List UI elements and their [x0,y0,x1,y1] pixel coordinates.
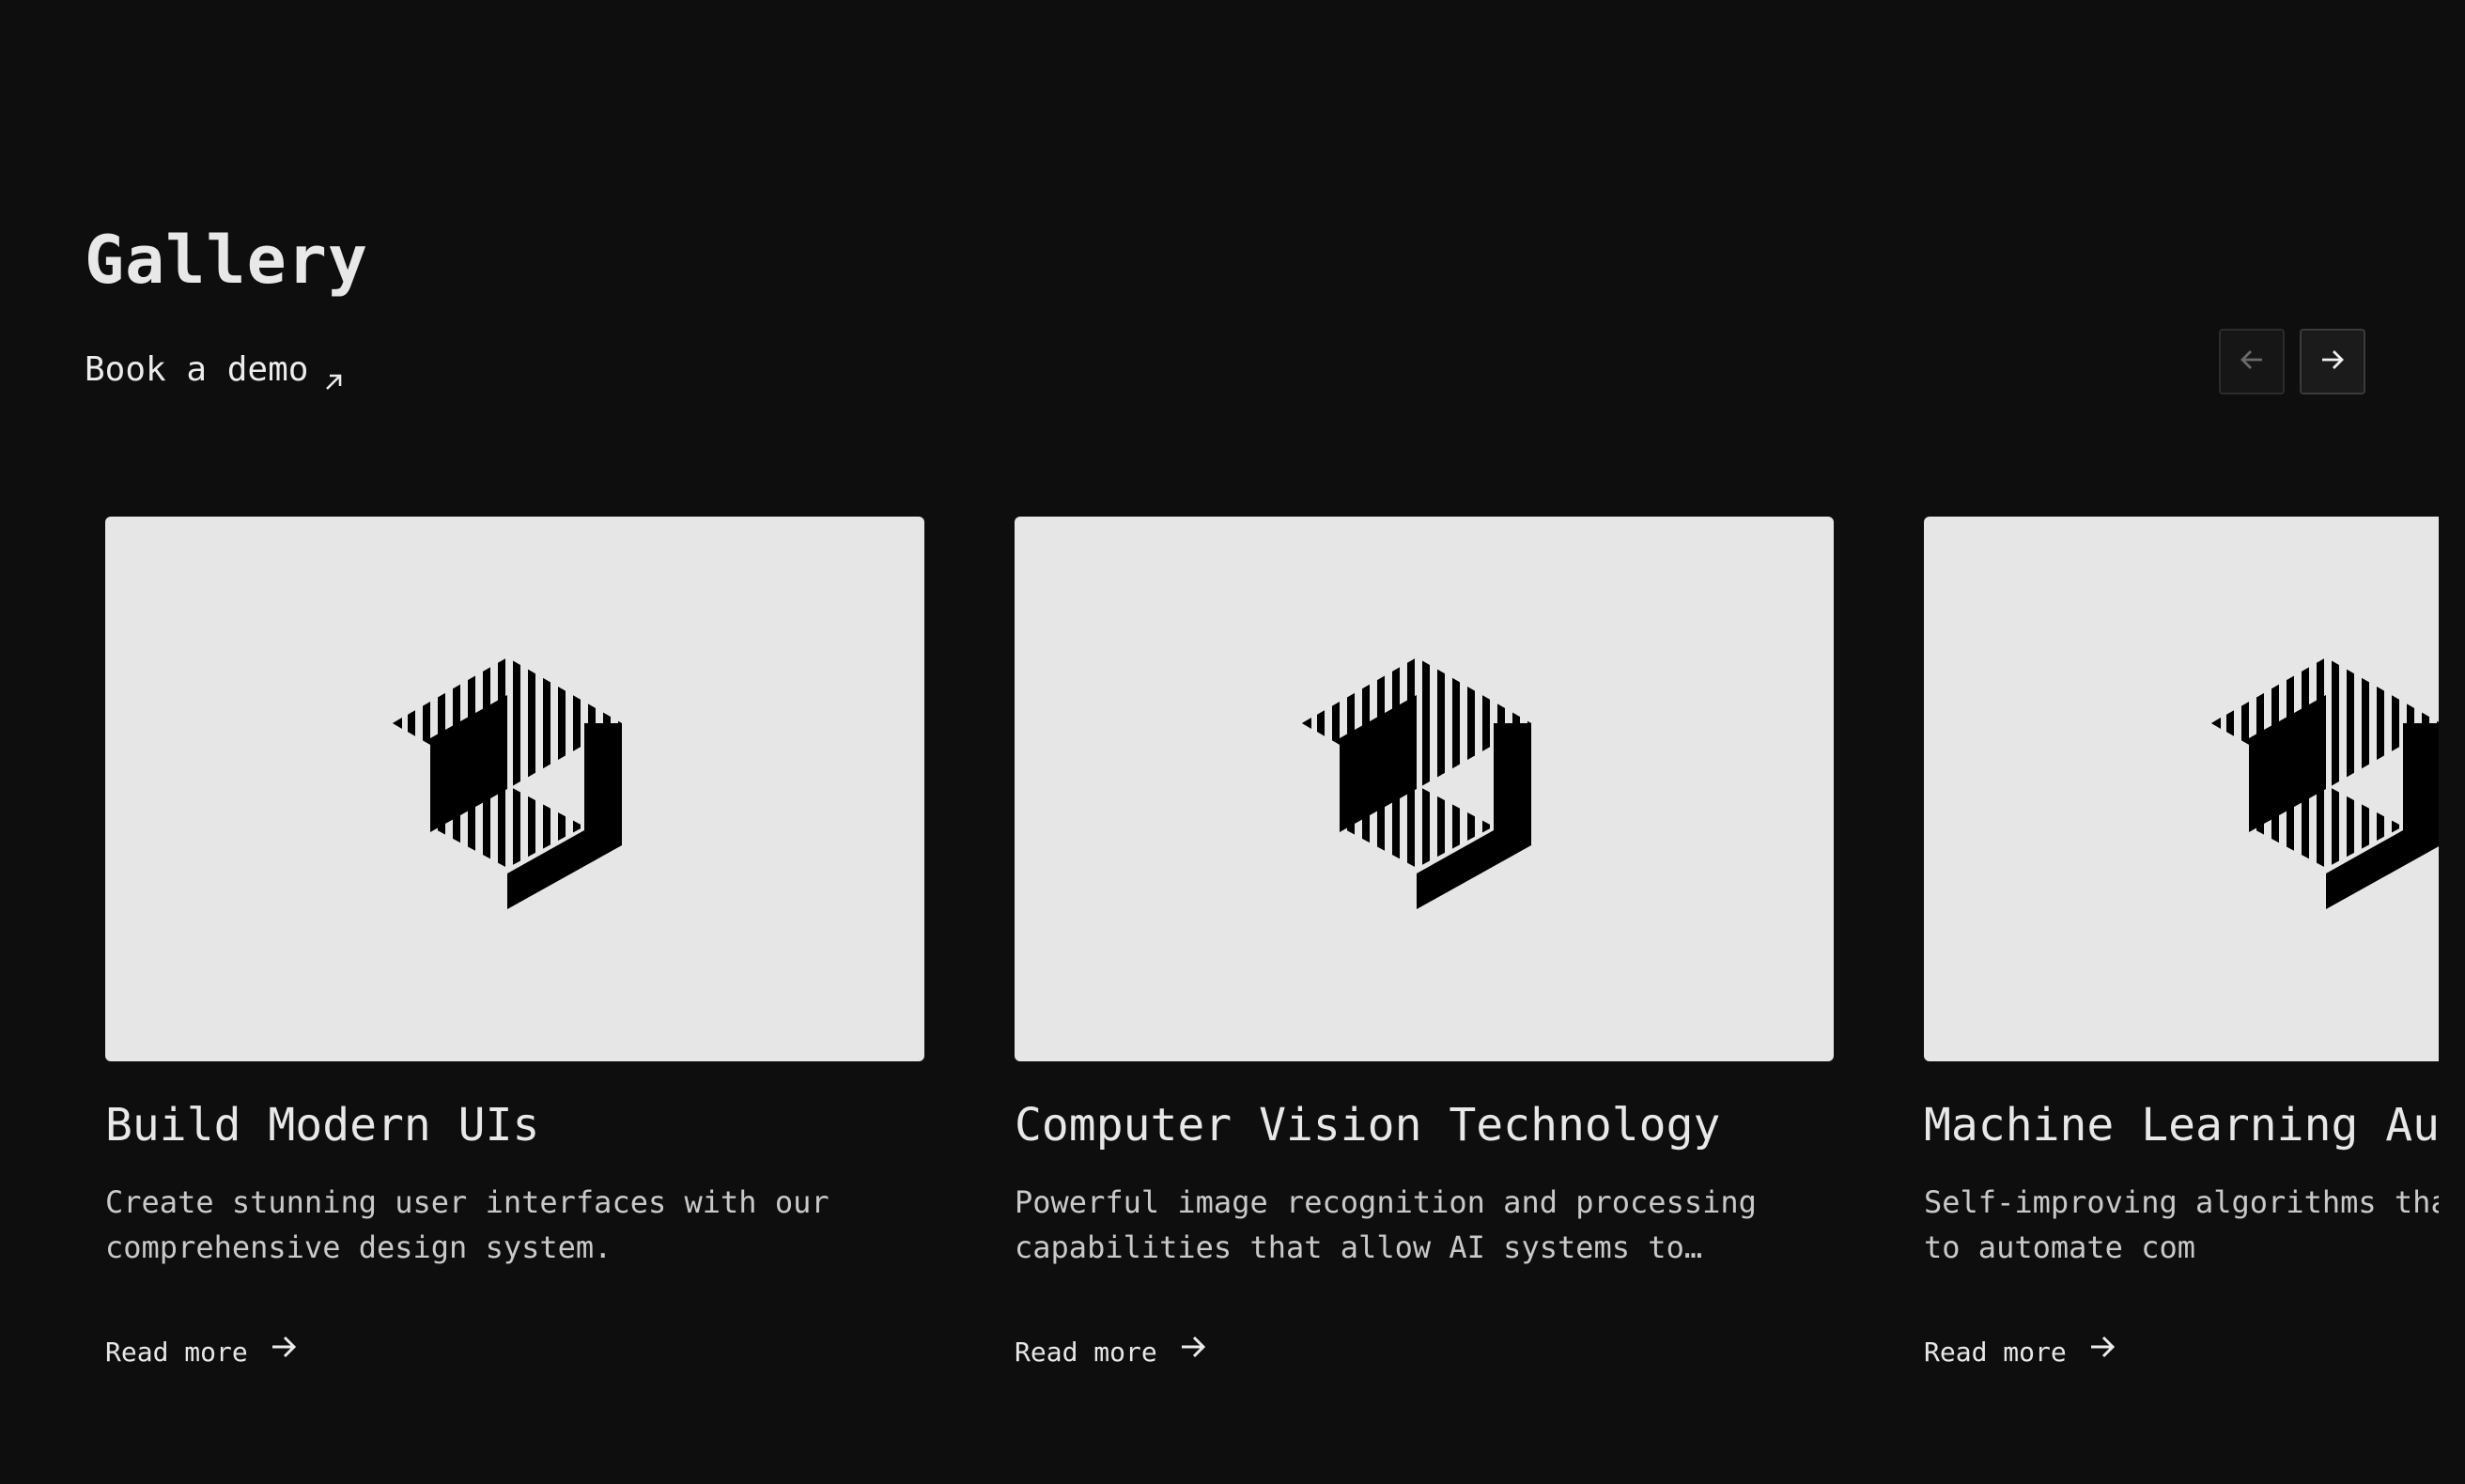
gallery-card[interactable]: Machine Learning Au Self-improving algor… [1924,517,2439,1372]
cube-logo-icon [2211,657,2439,909]
carousel-track: Build Modern UIs Create stunning user in… [105,517,2439,1372]
arrow-left-icon [2238,346,2266,378]
carousel-nav [2219,329,2365,394]
arrow-up-right-icon [321,358,346,390]
card-image [105,517,924,1061]
card-image [1015,517,1834,1061]
card-title: Machine Learning Au [1924,1099,2439,1152]
read-more-link[interactable]: Read more [105,1332,924,1372]
read-more-link[interactable]: Read more [1924,1332,2439,1372]
card-title: Computer Vision Technology [1015,1099,1721,1152]
read-more-link[interactable]: Read more [1015,1332,1834,1372]
arrow-right-icon [269,1332,299,1372]
arrow-right-icon [1178,1332,1208,1372]
gallery-card[interactable]: Computer Vision Technology Powerful imag… [1015,517,1834,1372]
arrow-right-icon [2087,1332,2117,1372]
book-demo-link[interactable]: Book a demo [85,344,346,396]
arrow-right-icon [2318,346,2347,378]
cube-logo-icon [393,657,622,909]
cube-logo-icon [1302,657,1531,909]
book-demo-label: Book a demo [85,350,309,389]
gallery-carousel: Build Modern UIs Create stunning user in… [105,517,2439,1409]
previous-button[interactable] [2219,329,2285,394]
card-description: Self-improving algorithms tha data patte… [1924,1184,2439,1265]
card-title: Build Modern UIs [105,1099,540,1152]
read-more-label: Read more [1924,1336,2067,1368]
card-description: Powerful image recognition and processin… [1015,1184,1757,1265]
gallery-card[interactable]: Build Modern UIs Create stunning user in… [105,517,924,1372]
card-image [1924,517,2439,1061]
read-more-label: Read more [105,1336,248,1368]
read-more-label: Read more [1015,1336,1157,1368]
card-description: Create stunning user interfaces with our… [105,1184,829,1265]
next-button[interactable] [2300,329,2365,394]
page-title: Gallery [85,222,369,299]
